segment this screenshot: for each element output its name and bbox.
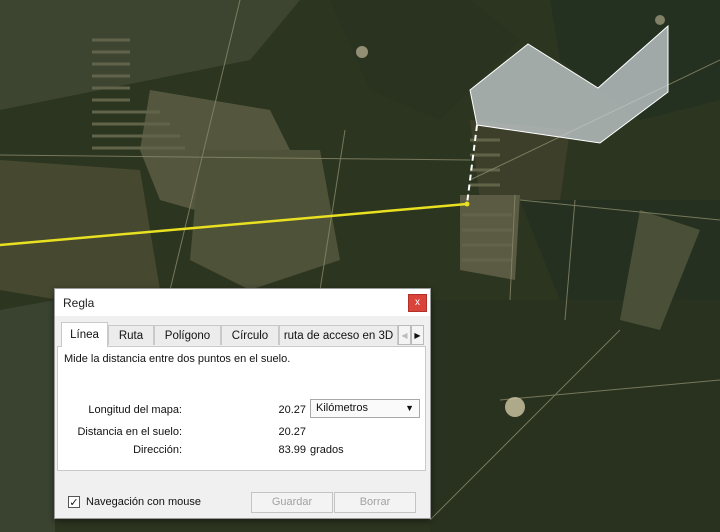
ruler-endpoint-handle[interactable]	[464, 201, 470, 207]
measure-tabs: Línea Ruta Polígono Círculo ruta de acce…	[57, 322, 428, 347]
tab-polygon[interactable]: Polígono	[154, 325, 221, 345]
heading-label: Dirección:	[133, 444, 182, 456]
line-tab-panel: Mide la distancia entre dos puntos en el…	[57, 346, 426, 471]
clear-button[interactable]: Borrar	[334, 492, 416, 513]
mouse-navigation-checkbox[interactable]: ✓	[68, 496, 80, 509]
tab-path[interactable]: Ruta	[108, 325, 154, 345]
heading-value: 83.99	[278, 444, 306, 456]
tab-line[interactable]: Línea	[61, 322, 108, 347]
tab-description: Mide la distancia entre dos puntos en el…	[64, 353, 291, 365]
tab-circle[interactable]: Círculo	[221, 325, 279, 345]
tab-3d-path[interactable]: ruta de acceso en 3D	[279, 325, 398, 345]
ground-distance-label: Distancia en el suelo:	[77, 426, 182, 438]
dialog-footer: ✓ Navegación con mouse Guardar Borrar	[55, 492, 430, 516]
dialog-title: Regla	[63, 296, 95, 310]
map-length-value: 20.27	[278, 404, 306, 416]
close-button[interactable]: x	[408, 294, 427, 312]
save-button[interactable]: Guardar	[251, 492, 333, 513]
chevron-down-icon: ▼	[405, 403, 414, 413]
map-length-label: Longitud del mapa:	[88, 404, 182, 416]
unit-select[interactable]: Kilómetros ▼	[310, 399, 420, 418]
heading-unit: grados	[310, 444, 344, 456]
unit-select-value: Kilómetros	[316, 402, 368, 414]
ruler-dialog: Regla x Línea Ruta Polígono Círculo ruta…	[54, 288, 431, 519]
dialog-titlebar[interactable]: Regla x	[55, 289, 430, 316]
tab-scroll-right-icon[interactable]: ▶	[411, 325, 424, 345]
tab-scroll-left-icon[interactable]: ◀	[398, 325, 411, 345]
mouse-navigation-label[interactable]: Navegación con mouse	[86, 496, 201, 508]
ground-distance-value: 20.27	[278, 426, 306, 438]
